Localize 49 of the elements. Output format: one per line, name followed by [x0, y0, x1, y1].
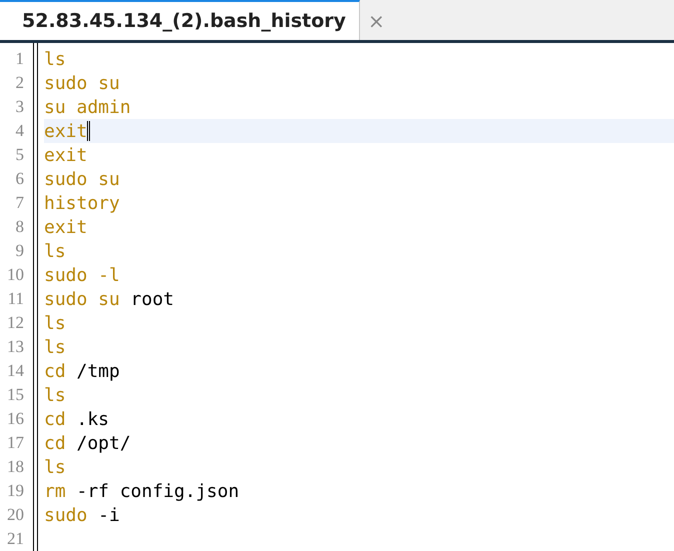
- line-number: 18: [6, 457, 24, 477]
- argument-text: /tmp: [76, 360, 120, 382]
- command-text: ls: [44, 48, 66, 70]
- line-number: 8: [14, 217, 24, 237]
- line-number: 9: [14, 241, 24, 261]
- command-text: exit: [44, 120, 88, 142]
- line-number: 20: [6, 505, 24, 525]
- command-text: history: [44, 192, 120, 214]
- command-text: exit: [44, 144, 88, 166]
- command-text: ls: [44, 312, 66, 334]
- line-number: 10: [6, 265, 24, 285]
- line-number: 5: [14, 145, 24, 165]
- command-text: sudo su: [44, 288, 120, 310]
- line-number: 4: [14, 121, 24, 141]
- line-number: 1: [14, 49, 24, 69]
- line-number: 14: [6, 361, 24, 381]
- line-number: 12: [6, 313, 24, 333]
- line-number: 19: [6, 481, 24, 501]
- command-text: ls: [44, 384, 66, 406]
- command-text: sudo: [44, 504, 88, 526]
- line-number: 6: [14, 169, 24, 189]
- command-text: su admin: [44, 96, 131, 118]
- command-text: ls: [44, 240, 66, 262]
- command-text: sudo su: [44, 72, 120, 94]
- command-text: cd: [44, 432, 66, 454]
- argument-text: .ks: [76, 408, 109, 430]
- tab-title: 52.83.45.134_(2).bash_history: [22, 10, 346, 32]
- command-text: sudo su: [44, 168, 120, 190]
- text-cursor: [87, 121, 90, 141]
- line-number: 11: [6, 289, 24, 309]
- argument-text: /opt/: [76, 432, 131, 454]
- argument-text: -rf config.json: [76, 480, 240, 502]
- line-number: 16: [6, 409, 24, 429]
- line-number: 2: [14, 73, 24, 93]
- command-text: cd: [44, 360, 66, 382]
- command-text: cd: [44, 408, 66, 430]
- line-number: 7: [14, 193, 24, 213]
- command-text: ls: [44, 456, 66, 478]
- command-text: ls: [44, 336, 66, 358]
- command-text: exit: [44, 216, 88, 238]
- line-number: 17: [6, 433, 24, 453]
- line-number: 13: [6, 337, 24, 357]
- argument-text: -i: [98, 504, 120, 526]
- command-text: rm: [44, 480, 66, 502]
- line-number: 21: [6, 529, 24, 549]
- command-text: sudo -l: [44, 264, 120, 286]
- line-number: 15: [6, 385, 24, 405]
- line-number: 3: [14, 97, 24, 117]
- argument-text: root: [130, 288, 174, 310]
